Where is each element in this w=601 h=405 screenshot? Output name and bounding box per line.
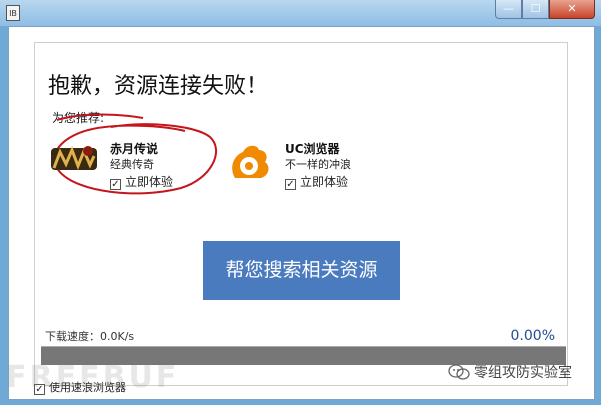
try-now-checkbox[interactable]: ✓ 立即体验 <box>110 173 173 190</box>
app-name: 赤月传说 <box>110 142 159 156</box>
recommended-app-uc[interactable]: UC浏览器 不一样的冲浪 ✓ 立即体验 <box>225 138 395 198</box>
wechat-account-name: 零组攻防实验室 <box>474 365 572 381</box>
maximize-button[interactable]: ☐ <box>522 0 549 19</box>
wechat-icon <box>448 364 470 380</box>
error-headline: 抱歉，资源连接失败！ <box>48 74 269 99</box>
dialog-client-area: 抱歉，资源连接失败！ 为您推荐: 赤月传说 经典传奇 ✓ 立即体验 UC浏览器 … <box>8 26 595 400</box>
title-bar: IB — ☐ ✕ <box>0 0 601 26</box>
close-button[interactable]: ✕ <box>549 0 595 19</box>
app-name: UC浏览器 <box>285 142 340 156</box>
try-now-checkbox[interactable]: ✓ 立即体验 <box>285 173 348 190</box>
recommend-label: 为您推荐: <box>52 111 105 125</box>
try-now-label: 立即体验 <box>300 175 349 189</box>
try-now-label: 立即体验 <box>125 175 174 189</box>
main-panel: 抱歉，资源连接失败！ 为您推荐: 赤月传说 经典传奇 ✓ 立即体验 UC浏览器 … <box>34 42 568 386</box>
checkbox-icon[interactable]: ✓ <box>285 179 296 190</box>
uc-squirrel-logo-icon <box>232 145 269 178</box>
app-icon: IB <box>6 5 20 21</box>
minimize-button[interactable]: — <box>495 0 522 19</box>
freebuf-watermark: FREEBUF <box>6 360 180 395</box>
app-description: 经典传奇 <box>110 158 154 171</box>
app-description: 不一样的冲浪 <box>285 158 351 171</box>
wechat-watermark: 零组攻防实验室 <box>448 362 593 386</box>
recommended-app-chiyue[interactable]: 赤月传说 经典传奇 ✓ 立即体验 <box>50 138 220 198</box>
download-percent: 0.00% <box>510 328 555 344</box>
download-speed: 下载速度：0.0K/s <box>45 330 135 343</box>
search-resources-button[interactable]: 帮您搜索相关资源 <box>203 241 400 300</box>
checkbox-icon[interactable]: ✓ <box>110 179 121 190</box>
legend-game-logo-icon <box>51 145 97 171</box>
